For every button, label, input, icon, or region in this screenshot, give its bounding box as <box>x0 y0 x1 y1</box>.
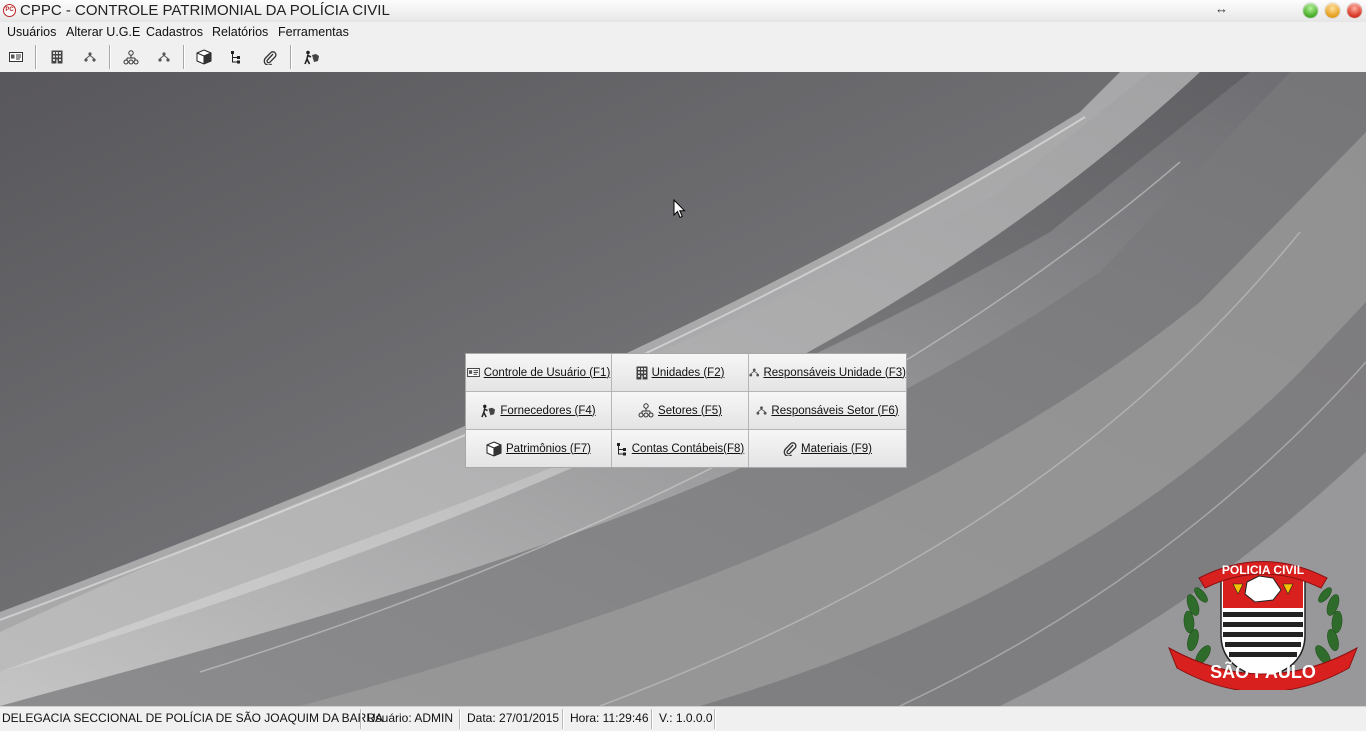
id-card-icon <box>9 52 23 62</box>
accounts-button[interactable]: Contas Contábeis(F8) <box>612 430 749 467</box>
paperclip-icon <box>263 50 277 65</box>
suppliers-label: Fornecedores (F4) <box>500 404 596 417</box>
supplier-person-icon <box>304 50 319 64</box>
menu-usuarios[interactable]: Usuários <box>7 25 56 39</box>
box-icon <box>486 440 502 457</box>
app-icon: PC <box>3 4 16 17</box>
org-tree-icon <box>749 368 760 377</box>
toolbar-suppliers-button[interactable] <box>301 46 323 68</box>
accounts-label: Contas Contábeis(F8) <box>631 442 745 455</box>
supplier-person-icon <box>481 404 496 417</box>
window-title: CPPC - CONTROLE PATRIMONIAL DA POLÍCIA C… <box>20 2 390 19</box>
toolbar-sectors-button[interactable] <box>120 46 142 68</box>
badge-bottom-text: SÃO PAULO <box>1210 661 1316 682</box>
toolbar-sector-managers-button[interactable] <box>153 46 175 68</box>
building-icon <box>51 50 63 64</box>
toolbar <box>0 42 1366 73</box>
quick-access-panel: Controle de Usuário (F1) Unidades (F2) R… <box>465 353 907 468</box>
sector-managers-button[interactable]: Responsáveis Setor (F6) <box>749 392 906 430</box>
close-button[interactable] <box>1347 3 1362 18</box>
id-card-icon <box>466 368 480 377</box>
maximize-button[interactable] <box>1303 3 1318 18</box>
status-unit: DELEGACIA SECCIONAL DE POLÍCIA DE SÃO JO… <box>2 711 383 725</box>
sector-network-icon <box>123 49 139 64</box>
unit-managers-button[interactable]: Responsáveis Unidade (F3) <box>749 354 906 392</box>
units-label: Unidades (F2) <box>651 366 725 379</box>
menu-bar: Usuários Alterar U.G.E Cadastros Relatór… <box>0 22 1366 42</box>
materials-label: Materiais (F9) <box>801 442 872 455</box>
sectors-label: Setores (F5) <box>658 404 722 417</box>
suppliers-button[interactable]: Fornecedores (F4) <box>466 392 612 430</box>
user-control-label: Controle de Usuário (F1) <box>483 366 611 379</box>
menu-cadastros[interactable]: Cadastros <box>146 25 203 39</box>
building-icon <box>636 366 648 379</box>
hierarchy-icon <box>616 442 626 455</box>
sector-network-icon <box>638 403 654 418</box>
menu-ferramentas[interactable]: Ferramentas <box>278 25 349 39</box>
toolbar-assets-button[interactable] <box>193 46 215 68</box>
toolbar-unit-managers-button[interactable] <box>79 46 101 68</box>
paperclip-icon <box>783 442 797 456</box>
menu-alterar-uge[interactable]: Alterar U.G.E <box>66 25 140 39</box>
mouse-cursor-icon <box>673 199 686 219</box>
toolbar-user-control-button[interactable] <box>5 46 27 68</box>
resize-arrows-icon[interactable]: ↔ <box>1215 1 1228 16</box>
assets-label: Patrimônios (F7) <box>506 442 591 455</box>
status-bar: DELEGACIA SECCIONAL DE POLÍCIA DE SÃO JO… <box>0 706 1366 731</box>
title-bar: PC CPPC - CONTROLE PATRIMONIAL DA POLÍCI… <box>0 0 1366 23</box>
org-tree-icon <box>756 406 767 415</box>
toolbar-materials-button[interactable] <box>259 46 281 68</box>
org-tree-icon <box>84 52 96 62</box>
toolbar-units-button[interactable] <box>46 46 68 68</box>
minimize-button[interactable] <box>1325 3 1340 18</box>
units-button[interactable]: Unidades (F2) <box>612 354 749 392</box>
desktop-background: Controle de Usuário (F1) Unidades (F2) R… <box>0 72 1366 706</box>
org-tree-small-icon <box>158 52 170 62</box>
sector-managers-label: Responsáveis Setor (F6) <box>771 404 899 417</box>
user-control-button[interactable]: Controle de Usuário (F1) <box>466 354 612 392</box>
menu-relatorios[interactable]: Relatórios <box>212 25 268 39</box>
materials-button[interactable]: Materiais (F9) <box>749 430 906 467</box>
badge-top-text: POLICIA CIVIL <box>1222 563 1304 577</box>
status-version: V.: 1.0.0.0 <box>659 711 713 725</box>
unit-managers-label: Responsáveis Unidade (F3) <box>763 366 906 379</box>
status-date: Data: 27/01/2015 <box>467 711 560 725</box>
box-icon <box>196 49 212 65</box>
hierarchy-icon <box>231 51 240 64</box>
toolbar-accounts-button[interactable] <box>225 46 247 68</box>
policia-civil-badge-logo: POLICIA CIVIL SÃO PAULO <box>1168 561 1358 690</box>
sectors-button[interactable]: Setores (F5) <box>612 392 749 430</box>
status-user: Usuário: ADMIN <box>367 711 454 725</box>
assets-button[interactable]: Patrimônios (F7) <box>466 430 612 467</box>
status-time: Hora: 11:29:46 <box>570 711 649 725</box>
